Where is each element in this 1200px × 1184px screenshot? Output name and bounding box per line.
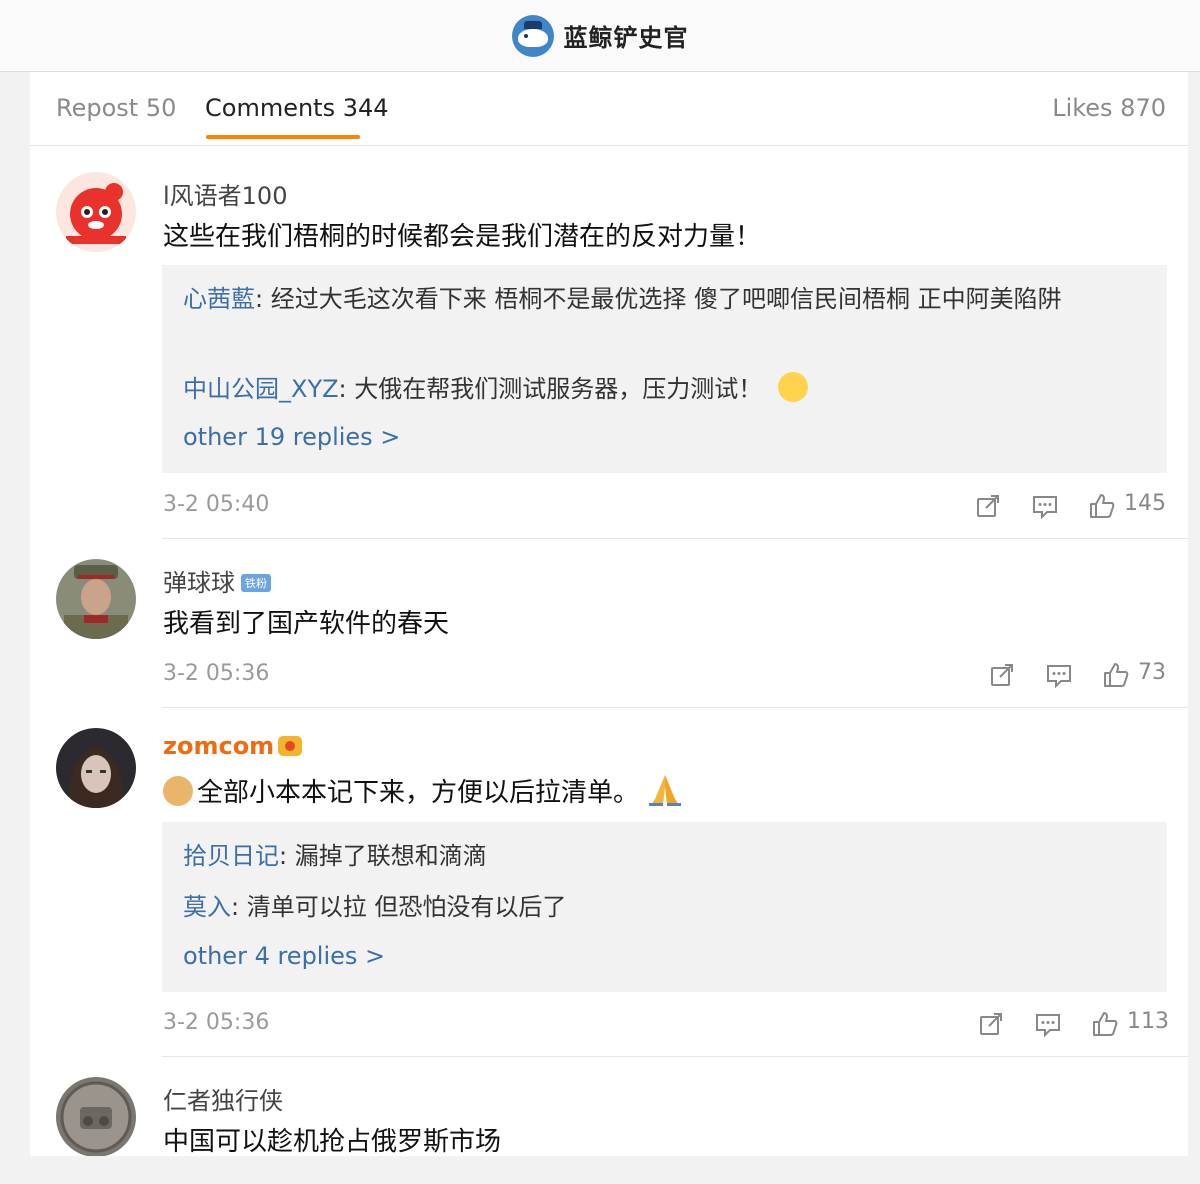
reply-username[interactable]: 莫入 <box>183 893 231 921</box>
fan-badge: 铁粉 <box>241 574 271 592</box>
reply-username[interactable]: 中山公园_XYZ <box>183 375 339 403</box>
reply-username[interactable]: 拾贝日记 <box>183 842 279 870</box>
reply-text: 漏掉了联想和滴滴 <box>294 842 487 870</box>
reply-box[interactable]: 拾贝日记: 漏掉了联想和滴滴 莫入: 清单可以拉 但恐怕没有以后了 other … <box>162 822 1167 992</box>
account-avatar[interactable] <box>511 14 554 57</box>
comment-text-body: 全部小本本记下来，方便以后拉清单。 <box>197 778 640 808</box>
laughing-sticker-icon <box>777 372 808 402</box>
coin-avatar-icon <box>56 1077 136 1156</box>
soldier-portrait-avatar-icon <box>56 559 136 639</box>
reply-text: 清单可以拉 但恐怕没有以后了 <box>246 893 567 921</box>
comment-time: 3-2 05:40 <box>163 492 270 517</box>
username: zomcom <box>163 732 303 760</box>
praying-hands-icon <box>649 775 682 806</box>
avatar[interactable] <box>56 1077 136 1156</box>
avatar[interactable] <box>56 172 136 252</box>
more-replies-link[interactable]: other 4 replies > <box>183 942 385 970</box>
tab-likes[interactable]: Likes 870 <box>1052 94 1166 122</box>
share-icon[interactable] <box>977 1010 1005 1038</box>
active-tab-indicator <box>206 135 360 139</box>
reply-box[interactable]: 心茜藍: 经过大毛这次看下来 梧桐不是最优选择 傻了吧唧信民间梧桐 正中阿美陷阱… <box>162 265 1167 473</box>
anime-character-avatar-icon <box>56 728 136 808</box>
tab-comments[interactable]: Comments 344 <box>205 94 389 122</box>
reply-separator: : <box>231 893 247 921</box>
comment-meta: 3-2 05:36 73 <box>30 655 1188 695</box>
reply-item[interactable]: 心茜藍: 经过大毛这次看下来 梧桐不是最优选择 傻了吧唧信民间梧桐 正中阿美陷阱 <box>183 279 1137 319</box>
like-thumb-icon[interactable] <box>1091 1010 1119 1038</box>
share-icon[interactable] <box>974 492 1002 520</box>
account-header[interactable]: 蓝鲸铲史官 <box>511 14 689 57</box>
reply-item[interactable]: 莫入: 清单可以拉 但恐怕没有以后了 <box>183 887 1137 927</box>
like-count: 73 <box>1138 660 1166 685</box>
reply-username[interactable]: 心茜藍 <box>183 285 255 313</box>
comment-divider <box>162 1056 1188 1057</box>
tab-bar: Repost 50 Comments 344 Likes 870 <box>30 72 1188 146</box>
reply-separator: : <box>255 285 271 313</box>
red-mascot-avatar-icon <box>56 172 136 252</box>
username: 弹球球 铁粉 <box>163 563 271 598</box>
hat-shape <box>523 20 542 29</box>
comment-text: 中国可以趁机抢占俄罗斯市场 <box>163 1127 502 1156</box>
like-count: 145 <box>1124 491 1166 516</box>
whale-eye <box>523 33 528 38</box>
comment-divider <box>162 707 1188 708</box>
comment-text: 我看到了国产软件的春天 <box>163 609 450 639</box>
vip-crown-icon <box>278 736 303 756</box>
comment-text: 这些在我们梧桐的时候都会是我们潜在的反对力量！ <box>163 222 762 252</box>
comment-meta: 3-2 05:40 145 <box>30 486 1188 526</box>
comment-text: 全部小本本记下来，方便以后拉清单。 <box>163 772 683 809</box>
reply-item[interactable]: 中山公园_XYZ: 大俄在帮我们测试服务器，压力测试！ <box>183 369 1137 409</box>
reply-text: 经过大毛这次看下来 梧桐不是最优选择 傻了吧唧信民间梧桐 正中阿美陷阱 <box>270 285 1062 313</box>
tab-repost[interactable]: Repost 50 <box>56 94 176 122</box>
comment-icon[interactable] <box>1034 1010 1062 1038</box>
top-bar: 蓝鲸铲史官 <box>0 0 1200 72</box>
username[interactable]: l风语者100 <box>163 176 287 211</box>
like-thumb-icon[interactable] <box>1088 492 1116 520</box>
reply-separator: : <box>338 375 355 403</box>
comment-time: 3-2 05:36 <box>163 661 270 686</box>
reply-item[interactable]: 拾贝日记: 漏掉了联想和滴滴 <box>183 836 1137 876</box>
like-thumb-icon[interactable] <box>1102 661 1130 689</box>
comment-icon[interactable] <box>1031 492 1059 520</box>
reply-separator: : <box>279 842 295 870</box>
username-text[interactable]: 弹球球 <box>163 569 235 597</box>
comment-icon[interactable] <box>1045 661 1073 689</box>
reply-text: 大俄在帮我们测试服务器，压力测试！ <box>354 375 763 403</box>
whale-icon <box>517 28 548 47</box>
comment-divider <box>162 538 1188 539</box>
share-icon[interactable] <box>988 661 1016 689</box>
comments-panel: Repost 50 Comments 344 Likes 870 l风语者100… <box>30 72 1188 1156</box>
avatar[interactable] <box>56 559 136 639</box>
username[interactable]: 仁者独行侠 <box>163 1081 283 1116</box>
avatar[interactable] <box>56 728 136 808</box>
username-text[interactable]: zomcom <box>163 732 274 760</box>
like-count: 113 <box>1127 1009 1169 1034</box>
comment-meta: 3-2 05:36 113 <box>30 1004 1188 1044</box>
account-name[interactable]: 蓝鲸铲史官 <box>564 18 689 53</box>
comment-time: 3-2 05:36 <box>163 1010 270 1035</box>
more-replies-link[interactable]: other 19 replies > <box>183 423 400 451</box>
doge-sticker-icon <box>163 776 193 806</box>
